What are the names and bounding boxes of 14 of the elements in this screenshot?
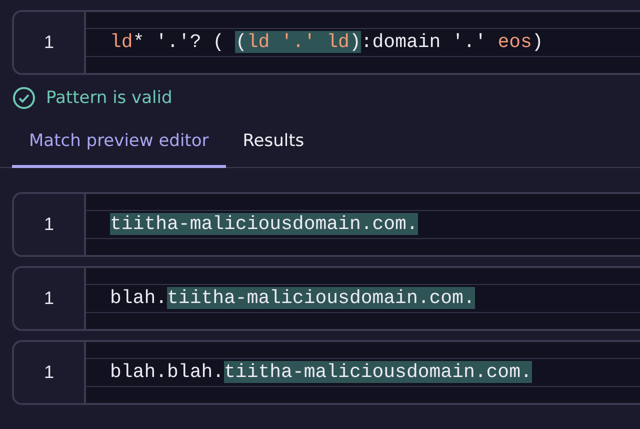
tab[interactable]: Match preview editor [12, 125, 226, 168]
line-number: 1 [44, 214, 54, 235]
tab[interactable]: Results [226, 125, 322, 168]
validation-message: Pattern is valid [46, 88, 172, 108]
line-number: 1 [44, 362, 54, 383]
sample-editor[interactable]: 1 tiitha-maliciousdomain.com. [12, 192, 640, 257]
code-line: blah.blah.tiitha-maliciousdomain.com. [110, 360, 532, 385]
sample-editor[interactable]: 1 blah.tiitha-maliciousdomain.com. [12, 266, 640, 331]
line-number: 1 [44, 32, 54, 53]
sample-editor[interactable]: 1 blah.blah.tiitha-maliciousdomain.com. [12, 340, 640, 405]
code-line: blah.tiitha-maliciousdomain.com. [110, 286, 475, 311]
pattern-editor[interactable]: 1 ld* '.'? ( (ld '.' ld):domain '.' eos) [12, 10, 640, 75]
code-line: ld* '.'? ( (ld '.' ld):domain '.' eos) [110, 30, 544, 55]
line-number: 1 [44, 288, 54, 309]
